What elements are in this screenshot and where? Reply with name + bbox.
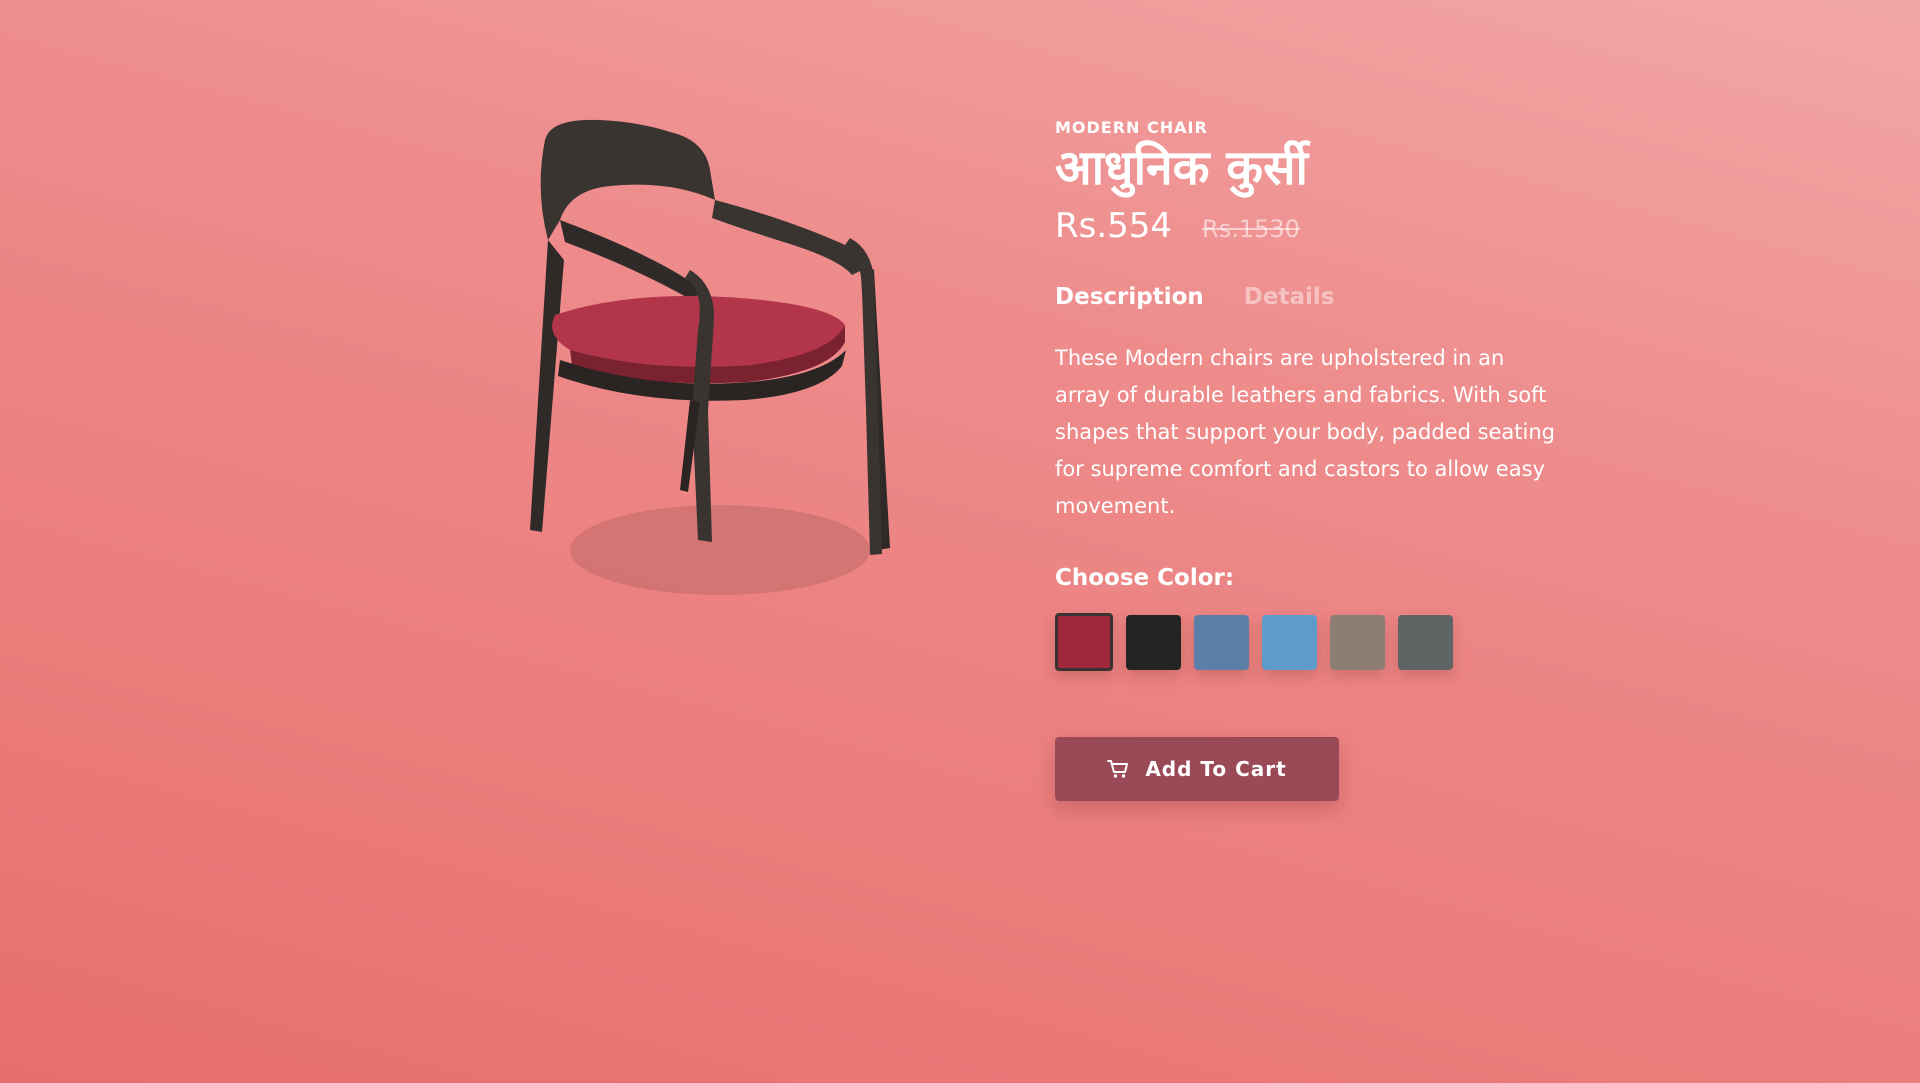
color-swatch-denim[interactable] xyxy=(1194,614,1249,670)
color-swatch-slate-gray[interactable] xyxy=(1398,614,1453,670)
product-description: These Modern chairs are upholstered in a… xyxy=(1055,346,1556,519)
chair-image xyxy=(530,119,890,595)
color-swatch-black[interactable] xyxy=(1126,614,1181,670)
original-price: Rs.1530 xyxy=(1202,215,1300,244)
add-to-cart-label: Add To Cart xyxy=(1145,757,1287,782)
info-tabs: Description Details xyxy=(1055,284,1575,310)
tab-details[interactable]: Details xyxy=(1244,284,1335,310)
price-row: Rs.554 Rs.1530 xyxy=(1055,206,1575,246)
cart-icon xyxy=(1107,759,1129,779)
color-picker-label: Choose Color: xyxy=(1055,565,1235,592)
color-swatch-sky-blue[interactable] xyxy=(1262,614,1317,670)
add-to-cart-button[interactable]: Add To Cart xyxy=(1055,737,1339,802)
product-title: आधुनिक कुर्सी xyxy=(1055,140,1308,196)
product-image xyxy=(490,110,960,670)
tab-description[interactable]: Description xyxy=(1055,284,1204,310)
color-swatch-taupe[interactable] xyxy=(1330,614,1385,670)
color-swatch-crimson[interactable] xyxy=(1055,613,1113,672)
color-swatches xyxy=(1055,613,1575,672)
current-price: Rs.554 xyxy=(1055,206,1173,247)
product-info: MODERN CHAIR आधुनिक कुर्सी Rs.554 Rs.153… xyxy=(1055,118,1575,802)
product-category: MODERN CHAIR xyxy=(1055,118,1208,137)
